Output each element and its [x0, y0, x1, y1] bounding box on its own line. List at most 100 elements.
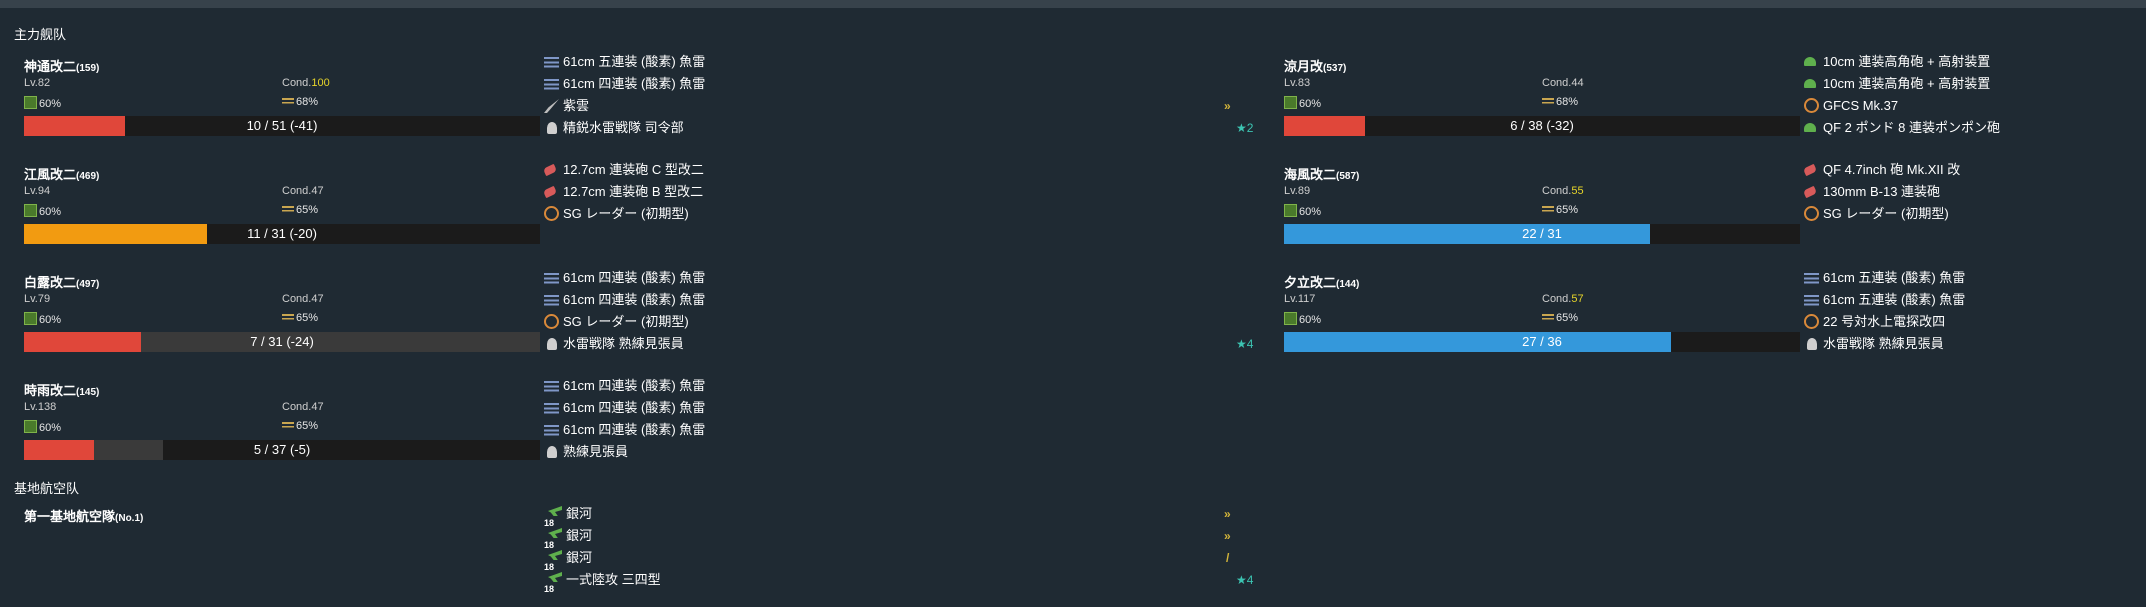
proficiency-slash-icon: / [1226, 551, 1230, 565]
ship-card-6[interactable]: 海風改二(587) Lv.89 Cond.55 60% 65% 22 / 31 [1274, 156, 1800, 256]
squadron-slot[interactable]: 18 銀河» [544, 525, 1244, 550]
equipment-slot[interactable]: SG レーダー (初期型) [1804, 203, 2134, 225]
seaplane-icon [544, 99, 559, 113]
hp-bar: 27 / 36 [1284, 332, 1800, 352]
equipment-slot[interactable]: 水雷戦隊 熟練見張員 ★4 [544, 333, 1253, 355]
personnel-icon [547, 338, 557, 350]
equipment-slot[interactable]: QF 4.7inch 砲 Mk.XII 改 [1802, 159, 2134, 181]
equipment-slot[interactable]: 紫雲» [544, 95, 1244, 117]
personnel-icon [547, 122, 557, 134]
ship-name: 夕立改二(144) [1284, 275, 1360, 290]
equipment-slot[interactable]: 61cm 四連装 (酸素) 魚雷 [544, 375, 1244, 397]
proficiency-chevron-icon: » [1224, 99, 1231, 113]
fuel-icon [24, 312, 37, 325]
ship-level: Lv.82 [24, 77, 51, 89]
equipment-list-6: QF 4.7inch 砲 Mk.XII 改 130mm B-13 連装砲 SG … [1802, 159, 2134, 225]
torpedo-icon [544, 77, 559, 91]
torpedo-icon [544, 379, 559, 393]
main-fleet-title: 主力舰队 [14, 27, 67, 42]
squadron-list: 18 銀河» 18 銀河» 18 銀河/ 18 一式陸攻 三四型 ★4 [544, 503, 1253, 594]
aa-gun-icon [1804, 57, 1816, 66]
ship-level: Lv.94 [24, 185, 51, 197]
ammo-icon [1542, 312, 1554, 323]
equipment-slot[interactable]: 61cm 四連装 (酸素) 魚雷 [544, 397, 1244, 419]
equipment-slot[interactable]: SG レーダー (初期型) [544, 311, 1244, 333]
equipment-slot[interactable]: 61cm 四連装 (酸素) 魚雷 [544, 289, 1244, 311]
main-gun-icon [1802, 163, 1818, 177]
equipment-slot[interactable]: 61cm 四連装 (酸素) 魚雷 [544, 267, 1244, 289]
equipment-slot[interactable]: 10cm 連装高角砲 + 高射装置 [1804, 73, 2134, 95]
fuel-status: 60% [1284, 204, 1321, 218]
land-bomber-icon: 18 [544, 528, 562, 550]
fuel-status: 60% [1284, 312, 1321, 326]
equipment-list-4: 61cm 四連装 (酸素) 魚雷 61cm 四連装 (酸素) 魚雷 61cm 四… [544, 375, 1244, 463]
personnel-icon [547, 446, 557, 458]
ship-cond: Cond.44 [1542, 77, 1584, 89]
ship-cond: Cond.57 [1542, 293, 1584, 305]
ammo-icon [282, 420, 294, 431]
fuel-icon [1284, 204, 1297, 217]
radar-icon [1804, 314, 1819, 329]
main-gun-icon [542, 185, 558, 199]
equipment-slot[interactable]: 熟練見張員 [544, 441, 1244, 463]
ship-card-7[interactable]: 夕立改二(144) Lv.117 Cond.57 60% 65% 27 / 36 [1274, 264, 1800, 364]
squadron-slot[interactable]: 18 銀河 / [544, 547, 1244, 572]
ship-name: 神通改二(159) [24, 59, 100, 74]
fuel-icon [1284, 312, 1297, 325]
hp-bar: 6 / 38 (-32) [1284, 116, 1800, 136]
ship-card-3[interactable]: 白露改二(497) Lv.79 Cond.47 60% 65% 7 / 31 (… [14, 264, 540, 364]
hp-bar: 11 / 31 (-20) [24, 224, 540, 244]
equipment-slot[interactable]: 精鋭水雷戦隊 司令部 ★2 [544, 117, 1253, 139]
ship-level: Lv.83 [1284, 77, 1311, 89]
land-bomber-icon: 18 [544, 572, 562, 594]
equipment-slot[interactable]: 61cm 五連装 (酸素) 魚雷 [1804, 267, 2134, 289]
equipment-slot[interactable]: 22 号対水上電探改四 [1804, 311, 2134, 333]
ammo-status: 65% [282, 204, 318, 216]
ammo-icon [282, 96, 294, 107]
ship-cond: Cond.47 [282, 401, 324, 413]
ship-card-1[interactable]: 神通改二(159) Lv.82 Cond.100 60% 68% 10 / 51… [14, 48, 540, 148]
proficiency-chevron-icon: » [1224, 507, 1231, 521]
equipment-list-2: 12.7cm 連装砲 C 型改二 12.7cm 連装砲 B 型改二 SG レーダ… [542, 159, 1244, 225]
personnel-icon [1807, 338, 1817, 350]
torpedo-icon [544, 423, 559, 437]
squadron-slot[interactable]: 18 銀河» [544, 503, 1244, 528]
ship-name: 涼月改(537) [1284, 59, 1347, 74]
equipment-slot[interactable]: SG レーダー (初期型) [544, 203, 1244, 225]
ammo-status: 65% [282, 312, 318, 324]
hp-bar: 5 / 37 (-5) [24, 440, 540, 460]
air-base-name[interactable]: 第一基地航空隊(No.1) [24, 506, 143, 525]
hp-text: 27 / 36 [1522, 334, 1562, 349]
equipment-slot[interactable]: QF 2 ポンド 8 連装ポンポン砲 [1804, 117, 2134, 139]
equipment-slot[interactable]: 12.7cm 連装砲 C 型改二 [542, 159, 1244, 181]
radar-icon [1804, 206, 1819, 221]
hp-text: 7 / 31 (-24) [250, 334, 314, 349]
ship-card-2[interactable]: 江風改二(469) Lv.94 Cond.47 60% 65% 11 / 31 … [14, 156, 540, 256]
fuel-status: 60% [24, 420, 61, 434]
proficiency-chevron-icon: » [1224, 529, 1231, 543]
hp-text: 11 / 31 (-20) [247, 226, 317, 241]
equipment-slot[interactable]: GFCS Mk.37 [1804, 95, 2134, 117]
ship-name: 江風改二(469) [24, 167, 100, 182]
equipment-slot[interactable]: 61cm 五連装 (酸素) 魚雷 [1804, 289, 2134, 311]
hp-text: 5 / 37 (-5) [253, 442, 311, 457]
ammo-icon [1542, 96, 1554, 107]
ammo-status: 68% [1542, 96, 1578, 108]
ship-card-4[interactable]: 時雨改二(145) Lv.138 Cond.47 60% 65% 5 / 37 … [14, 372, 540, 472]
improvement-star: ★4 [1236, 573, 1254, 587]
ship-level: Lv.138 [24, 401, 57, 413]
equipment-slot[interactable]: 61cm 四連装 (酸素) 魚雷 [544, 419, 1244, 441]
ship-card-5[interactable]: 涼月改(537) Lv.83 Cond.44 60% 68% 6 / 38 (-… [1274, 48, 1800, 148]
equipment-slot[interactable]: 10cm 連装高角砲 + 高射装置 [1804, 51, 2134, 73]
squadron-slot[interactable]: 18 一式陸攻 三四型 ★4 [544, 569, 1253, 594]
equipment-slot[interactable]: 61cm 五連装 (酸素) 魚雷 [544, 51, 1244, 73]
fuel-status: 60% [24, 204, 61, 218]
equipment-slot[interactable]: 61cm 四連装 (酸素) 魚雷 [544, 73, 1244, 95]
ship-cond: Cond.47 [282, 293, 324, 305]
equipment-slot[interactable]: 12.7cm 連装砲 B 型改二 [542, 181, 1244, 203]
equipment-slot[interactable]: 130mm B-13 連装砲 [1802, 181, 2134, 203]
equipment-slot[interactable]: 水雷戦隊 熟練見張員 [1804, 333, 2134, 355]
torpedo-icon [544, 293, 559, 307]
torpedo-icon [544, 271, 559, 285]
ammo-icon [282, 204, 294, 215]
